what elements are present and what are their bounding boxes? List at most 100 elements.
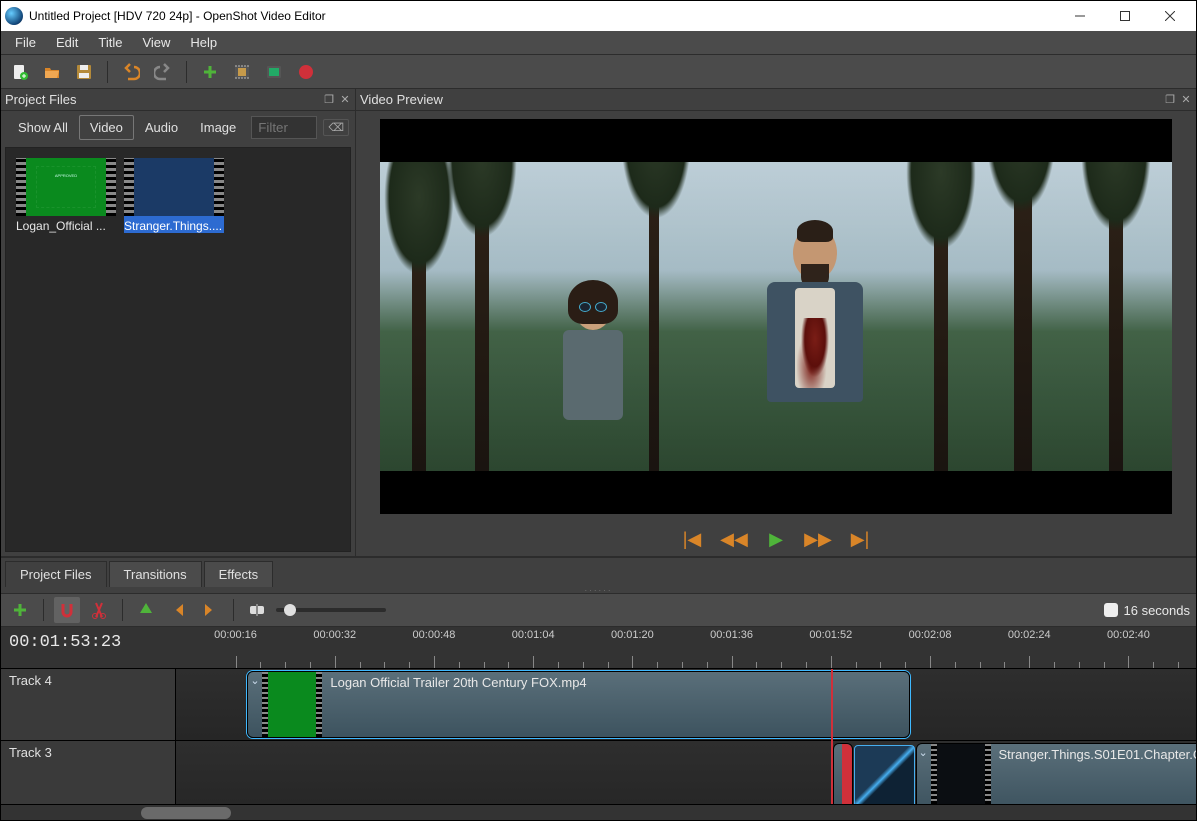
new-project-button[interactable] [7, 59, 33, 85]
window-controls [1057, 1, 1192, 31]
center-playhead-button[interactable] [244, 597, 270, 623]
open-project-button[interactable] [39, 59, 65, 85]
save-project-button[interactable] [71, 59, 97, 85]
next-marker-button[interactable] [197, 597, 223, 623]
timecode: 00:01:53:23 [9, 633, 121, 652]
close-button[interactable] [1147, 1, 1192, 31]
track-name: Track 3 [9, 745, 52, 760]
add-track-button[interactable] [7, 597, 33, 623]
film-edge-icon [106, 158, 116, 216]
clip-thumbnail: APPROVED [16, 158, 116, 216]
window-title: Untitled Project [HDV 720 24p] - OpenSho… [29, 9, 1057, 23]
export-button[interactable] [293, 59, 319, 85]
panel-close-icon[interactable]: ✕ [1180, 94, 1192, 106]
project-files-body[interactable]: APPROVED Logan_Official ... Stranger.Thi… [5, 147, 351, 552]
clip-image: APPROVED [26, 158, 106, 216]
project-clip[interactable]: APPROVED Logan_Official ... [16, 158, 116, 233]
fast-forward-button[interactable]: ▶▶ [807, 528, 829, 550]
timeline-clip-label: Stranger.Things.S01E01.Chapter.One.The.V… [991, 744, 1197, 804]
fullscreen-button[interactable] [261, 59, 287, 85]
zoom-scale-icon [1104, 603, 1118, 617]
timeline-clip-edge[interactable] [833, 743, 853, 804]
video-preview-panel: Video Preview ❐ ✕ |◀ [356, 89, 1196, 556]
bottom-tabs: Project Files Transitions Effects [1, 557, 1196, 587]
zoom-slider[interactable] [276, 608, 386, 612]
timeline-clip-label: Logan Official Trailer 20th Century FOX.… [322, 672, 909, 737]
scrollbar-thumb[interactable] [141, 807, 231, 819]
panel-undock-icon[interactable]: ❐ [323, 94, 335, 106]
toolbar-separator [107, 61, 108, 83]
playhead[interactable] [831, 669, 833, 804]
menu-view[interactable]: View [132, 32, 180, 53]
project-files-label: Project Files [5, 92, 77, 107]
tab-effects[interactable]: Effects [204, 561, 274, 587]
project-files-title: Project Files ❐ ✕ [1, 89, 355, 111]
timeline-toolbar: 16 seconds [1, 593, 1196, 627]
clip-thumbnail [124, 158, 224, 216]
import-files-button[interactable] [197, 59, 223, 85]
clip-right-handle[interactable] [842, 744, 852, 804]
zoom-scale-label: 16 seconds [1124, 603, 1191, 618]
filter-clear-icon[interactable]: ⌫ [323, 119, 349, 136]
undo-button[interactable] [118, 59, 144, 85]
horizontal-scrollbar[interactable] [1, 804, 1196, 820]
track-header[interactable]: Track 4 [1, 669, 176, 740]
video-preview-label: Video Preview [360, 92, 443, 107]
jump-start-button[interactable]: |◀ [681, 528, 703, 550]
preview-area [356, 111, 1196, 522]
center-row: Project Files ❐ ✕ Show All Video Audio I… [1, 89, 1196, 557]
menubar: File Edit Title View Help [1, 31, 1196, 55]
timeline-clip[interactable]: ⌄ Logan Official Trailer 20th Century FO… [247, 671, 910, 738]
filter-tab-video[interactable]: Video [79, 115, 134, 140]
track-name: Track 4 [9, 673, 52, 688]
track-header[interactable]: Track 3 [1, 741, 176, 804]
menu-help[interactable]: Help [180, 32, 227, 53]
titlebar: Untitled Project [HDV 720 24p] - OpenSho… [1, 1, 1196, 31]
track-body[interactable]: ⌄ Logan Official Trailer 20th Century FO… [176, 669, 1196, 740]
jump-end-button[interactable]: ▶| [849, 528, 871, 550]
clip-image [134, 158, 214, 216]
preview-canvas[interactable] [380, 119, 1172, 514]
panel-close-icon[interactable]: ✕ [339, 94, 351, 106]
tab-transitions[interactable]: Transitions [109, 561, 202, 587]
razor-button[interactable] [86, 597, 112, 623]
playback-controls: |◀ ◀◀ ▶ ▶▶ ▶| [356, 522, 1196, 556]
tab-project-files[interactable]: Project Files [5, 561, 107, 587]
filter-input[interactable] [251, 116, 317, 139]
menu-title[interactable]: Title [88, 32, 132, 53]
clip-menu-icon[interactable]: ⌄ [919, 746, 931, 758]
timeline-clip[interactable]: ⌄ Stranger.Things.S01E01.Chapter.One.The… [916, 743, 1197, 804]
track-body[interactable]: ⌄ Stranger.Things.S01E01.Chapter.One.The… [176, 741, 1196, 804]
project-clip[interactable]: Stranger.Things.... [124, 158, 224, 233]
clip-menu-icon[interactable]: ⌄ [250, 674, 262, 686]
timeline-ruler[interactable]: 00:01:53:23 00:00:1600:00:3200:00:4800:0… [1, 627, 1196, 669]
project-files-filter-row: Show All Video Audio Image ⌫ [1, 111, 355, 143]
clip-label: Stranger.Things.... [124, 216, 224, 233]
rewind-button[interactable]: ◀◀ [723, 528, 745, 550]
timeline-track: Track 3 ⌄ Stranger.Things.S01E01.Chapter… [1, 741, 1196, 804]
menu-edit[interactable]: Edit [46, 32, 88, 53]
choose-profile-button[interactable] [229, 59, 255, 85]
maximize-button[interactable] [1102, 1, 1147, 31]
filter-tab-show-all[interactable]: Show All [7, 115, 79, 140]
timeline-track: Track 4 ⌄ Logan Official Trailer 20th Ce… [1, 669, 1196, 741]
filter-tab-image[interactable]: Image [189, 115, 247, 140]
play-button[interactable]: ▶ [765, 528, 787, 550]
menu-file[interactable]: File [5, 32, 46, 53]
prev-marker-button[interactable] [165, 597, 191, 623]
redo-button[interactable] [150, 59, 176, 85]
minimize-button[interactable] [1057, 1, 1102, 31]
snapping-button[interactable] [54, 597, 80, 623]
project-files-panel: Project Files ❐ ✕ Show All Video Audio I… [1, 89, 356, 556]
film-edge-icon [214, 158, 224, 216]
timeline-transition[interactable] [854, 745, 915, 804]
filter-tab-audio[interactable]: Audio [134, 115, 189, 140]
preview-frame [380, 162, 1172, 470]
film-edge-icon [16, 158, 26, 216]
film-edge-icon [124, 158, 134, 216]
panel-undock-icon[interactable]: ❐ [1164, 94, 1176, 106]
add-marker-button[interactable] [133, 597, 159, 623]
clip-label: Logan_Official ... [16, 216, 116, 233]
app-icon [5, 7, 23, 25]
zoom-scale: 16 seconds [1104, 603, 1191, 618]
